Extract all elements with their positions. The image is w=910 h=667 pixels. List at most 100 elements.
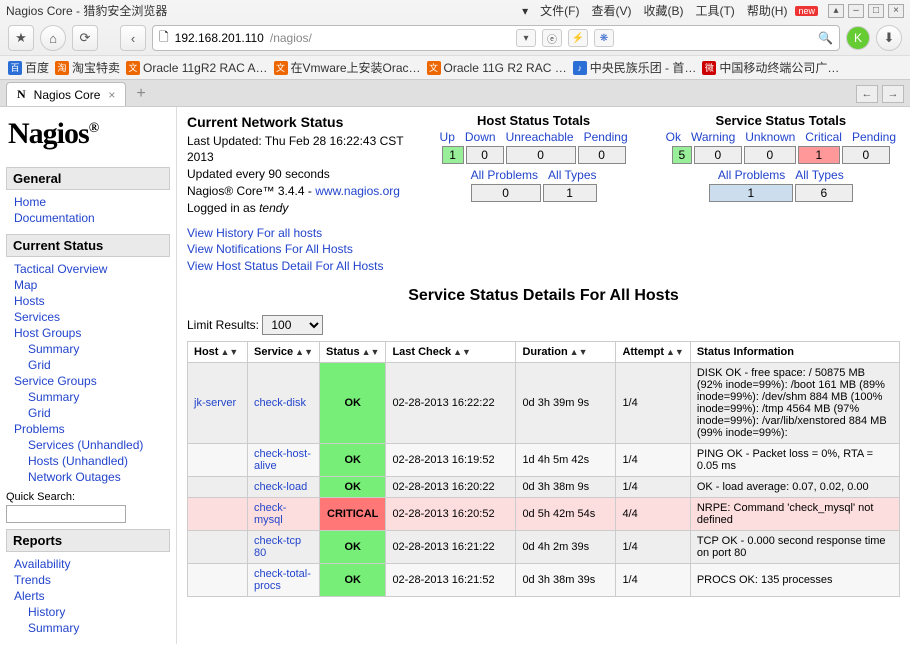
chevron-down-icon[interactable]: ▾ xyxy=(522,4,528,18)
url-bar[interactable]: 🗋 192.168.201.110/nagios/ ▾ ⓔ ⚡ ❋ 🔍 xyxy=(152,25,840,51)
host-down-link[interactable]: Down xyxy=(461,130,500,144)
svc-pending-count[interactable]: 0 xyxy=(842,146,890,164)
tab-nagios[interactable]: N Nagios Core × xyxy=(6,82,126,106)
service-link[interactable]: check-mysql xyxy=(254,502,286,526)
svc-critical-count[interactable]: 1 xyxy=(798,146,840,164)
sidebar-link-outages[interactable]: Network Outages xyxy=(14,469,170,485)
col-host[interactable]: Host▲▼ xyxy=(188,341,248,362)
sidebar-link-hg-summary[interactable]: Summary xyxy=(14,341,170,357)
sidebar-link-hostgroups[interactable]: Host Groups xyxy=(14,325,170,341)
view-host-detail-link[interactable]: View Host Status Detail For All Hosts xyxy=(187,258,406,275)
svc-pending-link[interactable]: Pending xyxy=(848,130,900,144)
svc-critical-link[interactable]: Critical xyxy=(801,130,846,144)
svc-warning-link[interactable]: Warning xyxy=(687,130,739,144)
tab-next[interactable]: → xyxy=(882,85,904,103)
home-icon[interactable]: ⌂ xyxy=(40,25,66,51)
bookmark-baidu[interactable]: 百百度 xyxy=(8,59,49,76)
sidebar-link-hosts[interactable]: Hosts xyxy=(14,293,170,309)
svc-all-problems-count[interactable]: 1 xyxy=(709,184,793,202)
col-service[interactable]: Service▲▼ xyxy=(248,341,320,362)
bookmark-taobao[interactable]: 淘淘宝特卖 xyxy=(55,59,120,76)
sidebar-link-availability[interactable]: Availability xyxy=(14,556,170,572)
sidebar-link-summary[interactable]: Summary xyxy=(14,620,170,636)
menu-view[interactable]: 查看(V) xyxy=(591,2,631,19)
sidebar-link-svc-unhandled[interactable]: Services (Unhandled) xyxy=(14,437,170,453)
host-all-types-link[interactable]: All Types xyxy=(544,168,600,182)
host-unreachable-link[interactable]: Unreachable xyxy=(502,130,578,144)
host-unreachable-count[interactable]: 0 xyxy=(506,146,576,164)
svc-all-problems-link[interactable]: All Problems xyxy=(714,168,789,182)
host-all-types-count[interactable]: 1 xyxy=(543,184,597,202)
sidebar-link-trends[interactable]: Trends xyxy=(14,572,170,588)
limit-select[interactable]: 100 xyxy=(262,315,323,335)
bookmark-music[interactable]: ♪中央民族乐团 - 首… xyxy=(573,59,697,76)
svc-all-types-link[interactable]: All Types xyxy=(791,168,847,182)
quick-search-input[interactable] xyxy=(6,505,126,523)
download-icon[interactable]: ⬇ xyxy=(876,25,902,51)
svc-unknown-link[interactable]: Unknown xyxy=(741,130,799,144)
host-all-problems-count[interactable]: 0 xyxy=(471,184,541,202)
sidebar-link-tactical[interactable]: Tactical Overview xyxy=(14,261,170,277)
col-last-check[interactable]: Last Check▲▼ xyxy=(386,341,516,362)
svc-ok-link[interactable]: Ok xyxy=(662,130,685,144)
host-link[interactable]: jk-server xyxy=(194,397,236,409)
sidebar-link-home[interactable]: Home xyxy=(14,194,170,210)
view-notifications-link[interactable]: View Notifications For All Hosts xyxy=(187,241,406,258)
sidebar-link-services[interactable]: Services xyxy=(14,309,170,325)
sidebar-link-docs[interactable]: Documentation xyxy=(14,210,170,226)
service-link[interactable]: check-host-alive xyxy=(254,448,311,472)
view-history-link[interactable]: View History For all hosts xyxy=(187,225,406,242)
sidebar-link-problems[interactable]: Problems xyxy=(14,421,170,437)
bookmark-vmware[interactable]: 文在Vmware上安装Orac… xyxy=(274,59,421,76)
paw-icon[interactable]: ❋ xyxy=(594,29,614,47)
svc-ok-count[interactable]: 5 xyxy=(672,146,692,164)
host-up-link[interactable]: Up xyxy=(436,130,459,144)
flash-icon[interactable]: ⚡ xyxy=(568,29,588,47)
sidebar-link-map[interactable]: Map xyxy=(14,277,170,293)
sidebar-link-host-unhandled[interactable]: Hosts (Unhandled) xyxy=(14,453,170,469)
dropdown-icon[interactable]: ▾ xyxy=(516,29,536,47)
sidebar-link-sg-grid[interactable]: Grid xyxy=(14,405,170,421)
svc-unknown-count[interactable]: 0 xyxy=(744,146,796,164)
service-link[interactable]: check-disk xyxy=(254,397,306,409)
col-status-info[interactable]: Status Information xyxy=(690,341,899,362)
compat-icon[interactable]: ⓔ xyxy=(542,29,562,47)
new-tab-button[interactable]: + xyxy=(130,85,151,103)
back-button[interactable]: ‹ xyxy=(120,25,146,51)
close-button[interactable]: × xyxy=(888,4,904,18)
search-icon[interactable]: 🔍 xyxy=(818,31,833,45)
maximize-button[interactable]: □ xyxy=(868,4,884,18)
k-button[interactable]: K xyxy=(846,26,870,50)
host-down-count[interactable]: 0 xyxy=(466,146,504,164)
tab-prev[interactable]: ← xyxy=(856,85,878,103)
minimize-button[interactable]: – xyxy=(848,4,864,18)
hide-button[interactable]: ▴ xyxy=(828,4,844,18)
bookmark-oracle1[interactable]: 文Oracle 11gR2 RAC A… xyxy=(126,61,268,75)
service-link[interactable]: check-tcp 80 xyxy=(254,535,301,559)
host-pending-count[interactable]: 0 xyxy=(578,146,626,164)
service-link[interactable]: check-load xyxy=(254,481,307,493)
sidebar-link-servicegroups[interactable]: Service Groups xyxy=(14,373,170,389)
sidebar-link-sg-summary[interactable]: Summary xyxy=(14,389,170,405)
bookmark-oracle2[interactable]: 文Oracle 11G R2 RAC … xyxy=(427,61,567,75)
sidebar-link-history[interactable]: History xyxy=(14,604,170,620)
menu-favorites[interactable]: 收藏(B) xyxy=(643,2,683,19)
menu-file[interactable]: 文件(F) xyxy=(540,2,579,19)
service-link[interactable]: check-total-procs xyxy=(254,568,311,592)
col-status[interactable]: Status▲▼ xyxy=(319,341,385,362)
menu-help[interactable]: 帮助(H) xyxy=(747,2,788,19)
bookmark-weibo[interactable]: 微中国移动终端公司广… xyxy=(702,59,839,76)
host-all-problems-link[interactable]: All Problems xyxy=(467,168,542,182)
nagios-org-link[interactable]: www.nagios.org xyxy=(315,184,400,198)
url-input[interactable] xyxy=(318,31,510,46)
host-pending-link[interactable]: Pending xyxy=(580,130,632,144)
reload-icon[interactable]: ⟳ xyxy=(72,25,98,51)
menu-tools[interactable]: 工具(T) xyxy=(695,2,734,19)
close-tab-icon[interactable]: × xyxy=(108,88,115,102)
col-duration[interactable]: Duration▲▼ xyxy=(516,341,616,362)
svc-warning-count[interactable]: 0 xyxy=(694,146,742,164)
star-icon[interactable]: ★ xyxy=(8,25,34,51)
svc-all-types-count[interactable]: 6 xyxy=(795,184,853,202)
host-up-count[interactable]: 1 xyxy=(442,146,464,164)
sidebar-link-hg-grid[interactable]: Grid xyxy=(14,357,170,373)
